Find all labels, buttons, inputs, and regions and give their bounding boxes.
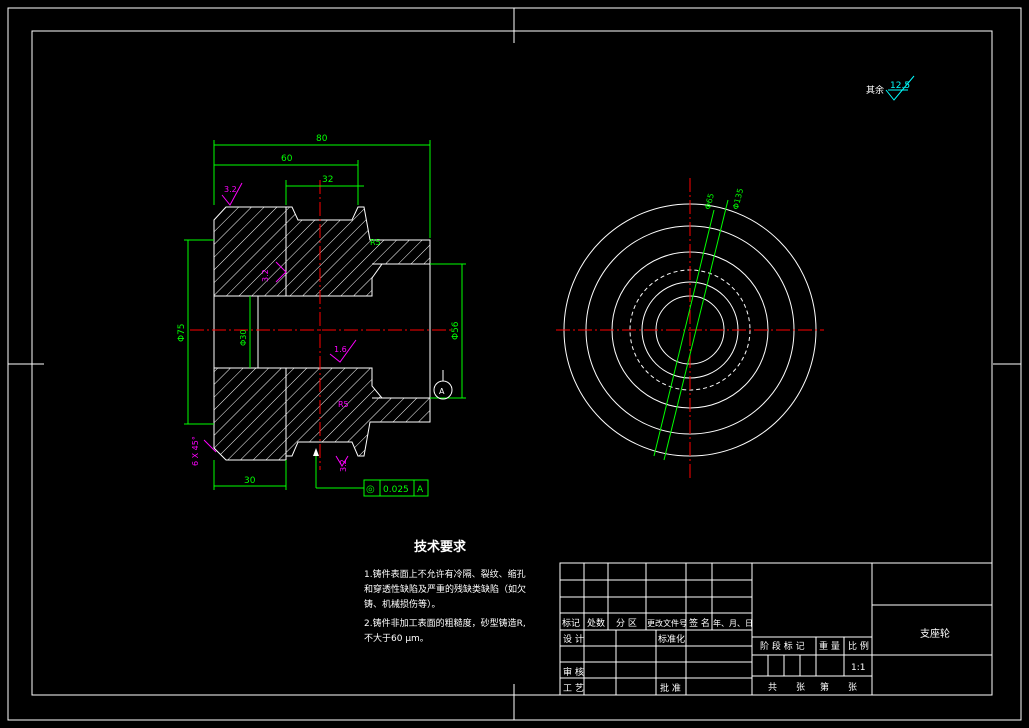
dim-bore-diameter: Φ56 — [451, 321, 461, 340]
outer-frame — [7, 7, 1022, 721]
tb-scale: 1:1 — [851, 663, 865, 673]
dim-hub-length: 60 — [281, 154, 293, 164]
tb-total: 共 — [768, 682, 777, 693]
tb-sheet-unit: 张 — [848, 682, 857, 693]
dim-inner-diameter: Φ30 — [239, 330, 248, 346]
tech-requirements-title: 技术要求 — [414, 539, 467, 555]
hatch-region-mid-bottom — [285, 367, 431, 457]
tb-weight: 重 量 — [819, 640, 840, 652]
dim-radius-bottom: R5 — [338, 400, 349, 409]
roughness-a: 3.2 — [224, 185, 237, 194]
tb-approve: 批 准 — [660, 682, 681, 694]
hatch-region-mid-top — [285, 206, 431, 297]
tb-part-name: 支座轮 — [920, 627, 950, 640]
tb-process: 工 艺 — [563, 683, 584, 694]
hatch-region-left-top — [213, 206, 287, 297]
roughness-general-prefix: 其余 — [866, 84, 884, 96]
side-view: Φ65 Φ135 — [556, 178, 824, 478]
tech-requirement-line-4: 2.铸件非加工表面的粗糙度，砂型铸造R, — [364, 617, 526, 629]
dim-outer-diameter: Φ75 — [177, 323, 187, 342]
tb-signature: 签 名 — [689, 617, 710, 629]
tb-ratio: 比 例 — [848, 640, 869, 652]
tb-design: 设 计 — [563, 633, 584, 645]
tb-zone: 分 区 — [616, 618, 637, 629]
dim-flange-width: 32 — [322, 175, 333, 185]
datum-label: A — [439, 387, 445, 396]
dim-overall-length: 80 — [316, 134, 328, 144]
tech-requirement-line-5: 不大于60 μm。 — [364, 632, 429, 644]
roughness-c: 1.6 — [334, 345, 347, 354]
section-view: 80 60 32 30 Φ75 Φ56 Φ30 6 X 45° R5 R5 3.… — [177, 134, 466, 497]
dim-chamfer: 6 X 45° — [191, 436, 200, 466]
side-dim-line-a — [653, 209, 715, 457]
tb-stage-mark: 阶 段 标 记 — [760, 640, 805, 652]
tolerance-arrow — [313, 448, 319, 456]
dim-radius-top: R5 — [370, 238, 381, 247]
roughness-d: 3.2 — [339, 459, 348, 472]
drawing-svg: 其余 12.5 80 60 32 30 Φ75 Φ56 Φ30 6 X 45° … — [7, 7, 1022, 721]
inner-frame — [31, 30, 993, 696]
cad-drawing-canvas: 其余 12.5 80 60 32 30 Φ75 Φ56 Φ30 6 X 45° … — [0, 0, 1029, 728]
dim-left-length: 30 — [244, 476, 256, 486]
tolerance-datum: A — [417, 485, 424, 495]
roughness-b: 3.2 — [261, 269, 270, 282]
tb-sheet-no: 第 — [820, 681, 829, 693]
tolerance-symbol: ◎ — [366, 484, 375, 495]
tb-sheets: 张 — [796, 682, 805, 693]
tb-change-doc: 更改文件号 — [647, 618, 687, 628]
tech-requirement-line-2: 和穿透性缺陷及严重的残缺类缺陷（如欠 — [364, 583, 526, 595]
tb-count: 处数 — [587, 617, 605, 629]
tolerance-value: 0.025 — [383, 485, 409, 495]
tech-requirement-line-1: 1.铸件表面上不允许有冷隔、裂纹、缩孔 — [364, 568, 526, 580]
tb-date: 年、月、日 — [713, 618, 753, 628]
tb-review: 审 核 — [563, 666, 584, 678]
tb-standard: 标准化 — [658, 633, 685, 645]
hatch-region-left-bottom — [213, 367, 287, 461]
side-dim-b: Φ135 — [731, 187, 745, 210]
tb-mark: 标记 — [562, 617, 580, 629]
tech-requirement-line-3: 铸、机械损伤等）。 — [364, 598, 441, 610]
side-dim-a: Φ65 — [703, 192, 716, 210]
